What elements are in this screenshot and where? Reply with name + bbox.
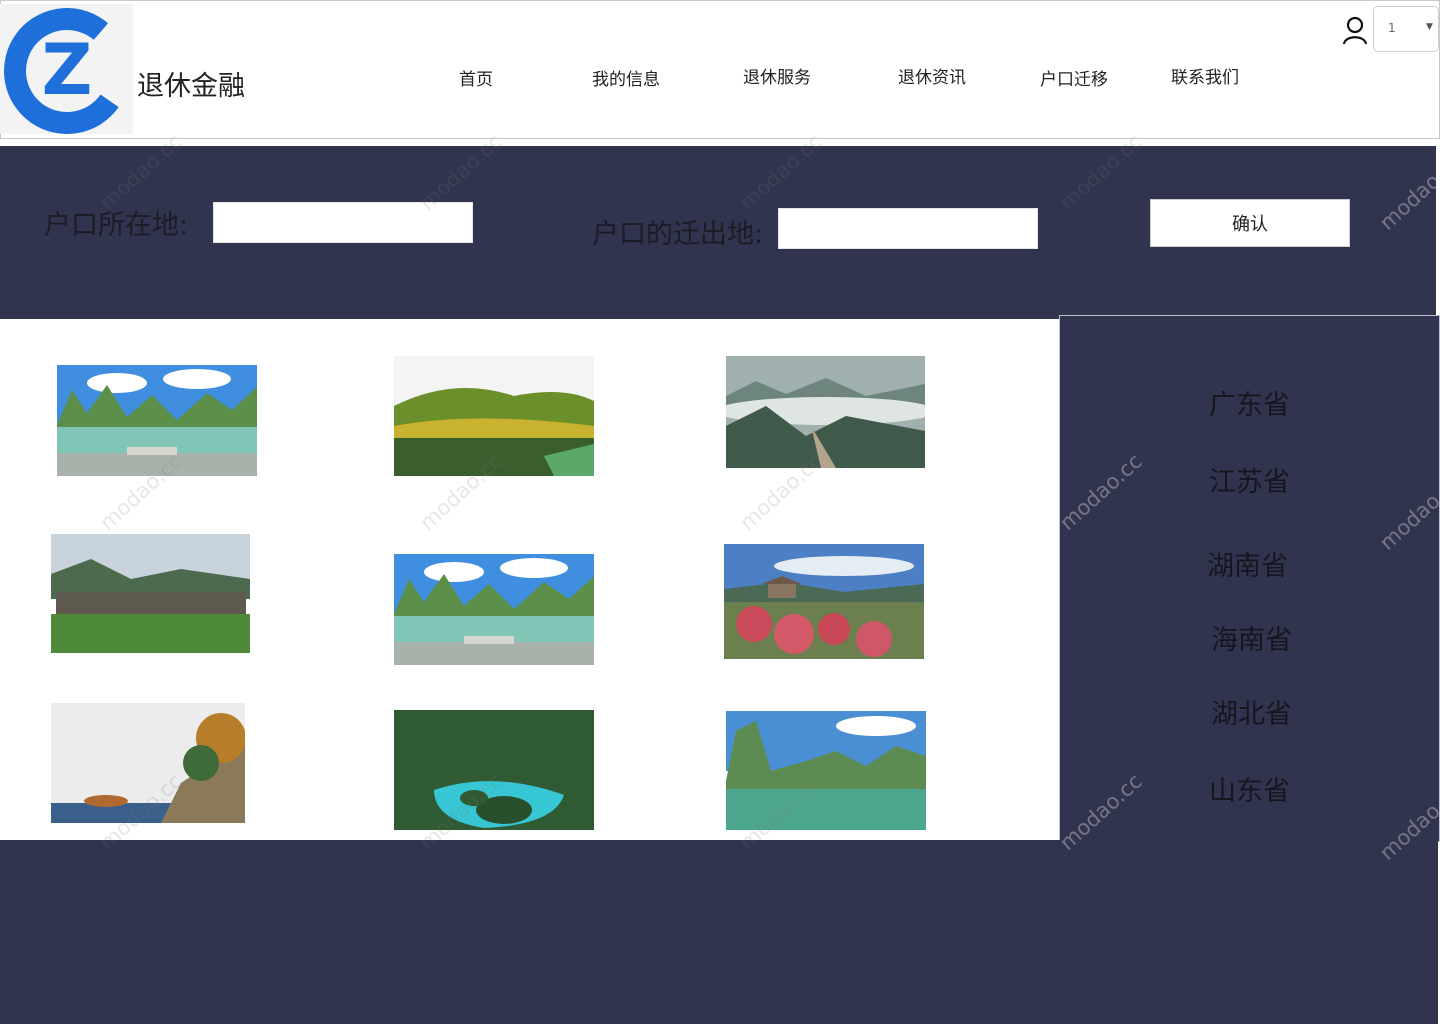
- gallery-image-1[interactable]: [57, 365, 257, 476]
- province-panel: 广东省 江苏省 湖南省 海南省 湖北省 山东省: [1059, 315, 1440, 842]
- footer-bar: [0, 840, 1438, 1024]
- nav-retirement-news[interactable]: 退休资讯: [898, 63, 966, 88]
- destination-input[interactable]: [778, 208, 1038, 249]
- confirm-button[interactable]: 确认: [1150, 199, 1350, 247]
- gallery-image-8[interactable]: [394, 710, 594, 830]
- svg-text:Z: Z: [42, 29, 93, 111]
- province-hunan[interactable]: 湖南省: [1207, 544, 1288, 583]
- nav-household-migration[interactable]: 户口迁移: [1040, 65, 1108, 90]
- select-value: 1: [1388, 21, 1396, 35]
- logo-icon: Z: [4, 8, 130, 134]
- province-hubei[interactable]: 湖北省: [1211, 692, 1292, 731]
- province-guangdong[interactable]: 广东省: [1209, 383, 1290, 422]
- brand-name: 退休金融: [137, 71, 245, 102]
- nav-contact-us[interactable]: 联系我们: [1171, 63, 1239, 88]
- gallery-image-4[interactable]: [51, 534, 250, 653]
- chevron-down-icon: ▼: [1426, 22, 1433, 32]
- gallery-image-3[interactable]: [726, 356, 925, 468]
- gallery-image-6[interactable]: [724, 544, 924, 659]
- destination-label: 户口的迁出地:: [592, 219, 764, 250]
- province-shandong[interactable]: 山东省: [1209, 769, 1290, 808]
- nav-retirement-service[interactable]: 退休服务: [743, 63, 811, 88]
- nav-my-info[interactable]: 我的信息: [592, 65, 660, 90]
- province-hainan[interactable]: 海南省: [1211, 618, 1292, 657]
- origin-input[interactable]: [213, 202, 473, 243]
- province-jiangsu[interactable]: 江苏省: [1209, 460, 1290, 499]
- gallery-image-7[interactable]: [51, 703, 245, 823]
- gallery-image-5[interactable]: [394, 554, 594, 665]
- user-icon[interactable]: [1340, 15, 1370, 45]
- nav-home[interactable]: 首页: [459, 65, 493, 90]
- logo[interactable]: Z: [0, 4, 133, 134]
- account-select[interactable]: 1 ▼: [1373, 6, 1439, 52]
- gallery-image-9[interactable]: [726, 711, 926, 830]
- gallery-image-2[interactable]: [394, 356, 594, 476]
- origin-label: 户口所在地:: [44, 210, 189, 241]
